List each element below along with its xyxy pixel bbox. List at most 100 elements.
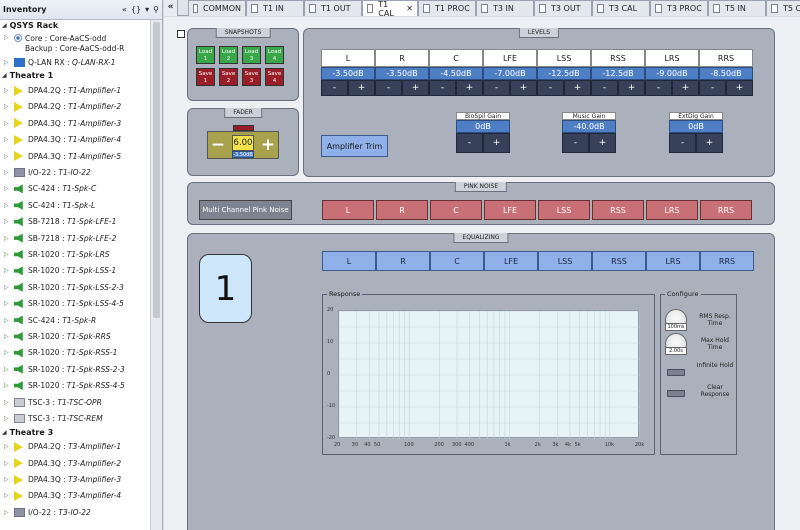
inventory-section[interactable]: ◢ QSYS Rack: [0, 20, 151, 32]
expand-right-icon[interactable]: ▷: [4, 202, 12, 209]
inventory-item[interactable]: ▷ SR-1020 : T1-Spk-LRS: [0, 246, 151, 262]
expand-right-icon[interactable]: ▷: [4, 267, 12, 274]
scrollbar-thumb[interactable]: [153, 22, 160, 318]
pink-noise-lfe-button[interactable]: LFE: [484, 200, 536, 220]
inventory-item[interactable]: ▷ SC-424 : T1-Spk-L: [0, 197, 151, 213]
expand-right-icon[interactable]: ▷: [4, 300, 12, 307]
level-value[interactable]: -3.50dB: [375, 67, 429, 80]
eq-lfe-button[interactable]: LFE: [484, 251, 538, 271]
selection-checkbox[interactable]: [177, 30, 185, 38]
level-minus-button[interactable]: -: [645, 80, 672, 96]
expand-right-icon[interactable]: ▷: [4, 87, 12, 94]
tab-t5-in[interactable]: T5 IN: [708, 0, 766, 16]
inventory-item[interactable]: ▷ SR-1020 : T1-Spk-RSS-1: [0, 345, 151, 361]
eq-r-button[interactable]: R: [376, 251, 430, 271]
expand-right-icon[interactable]: ▷: [4, 443, 12, 450]
level-value[interactable]: -9.00dB: [645, 67, 699, 80]
inventory-item[interactable]: ▷ DPA4.2Q : T1-Amplifier-1: [0, 82, 151, 98]
inventory-item[interactable]: ▷ TSC-3 : T1-TSC-REM: [0, 410, 151, 426]
pink-noise-lss-button[interactable]: LSS: [538, 200, 590, 220]
tab-common[interactable]: COMMON: [188, 0, 246, 16]
amplifier-trim-button[interactable]: Amplifier Trim: [321, 135, 388, 157]
pink-noise-rss-button[interactable]: RSS: [592, 200, 644, 220]
inventory-item[interactable]: ▷ SR-1020 : T1-Spk-RSS-2-3: [0, 361, 151, 377]
inventory-item[interactable]: ▷ SC-424 : T1-Spk-R: [0, 312, 151, 328]
tab-t3-in[interactable]: T3 IN: [476, 0, 534, 16]
eq-lss-button[interactable]: LSS: [538, 251, 592, 271]
expand-right-icon[interactable]: ▷: [4, 460, 12, 467]
tab-t5-out[interactable]: T5 OUT: [766, 0, 800, 16]
pink-noise-l-button[interactable]: L: [322, 200, 374, 220]
collapse-panel-icon[interactable]: «: [164, 0, 178, 16]
level-plus-button[interactable]: +: [348, 80, 375, 96]
expand-right-icon[interactable]: ▷: [4, 476, 12, 483]
level-minus-button[interactable]: -: [699, 80, 726, 96]
fader-value[interactable]: 6.00: [232, 135, 254, 151]
level-plus-button[interactable]: +: [672, 80, 699, 96]
level-value[interactable]: -3.50dB: [321, 67, 375, 80]
search-icon[interactable]: ⚲: [153, 5, 159, 14]
expand-down-icon[interactable]: ◢: [2, 427, 7, 439]
snapshot-load-3-button[interactable]: Load 3: [242, 46, 261, 64]
expand-right-icon[interactable]: ▷: [4, 399, 12, 406]
gain-plus-button[interactable]: +: [696, 133, 723, 153]
level-value[interactable]: -12.5dB: [537, 67, 591, 80]
pink-noise-c-button[interactable]: C: [430, 200, 482, 220]
expand-right-icon[interactable]: ▷: [4, 136, 12, 143]
expand-right-icon[interactable]: ▷: [4, 251, 12, 258]
inventory-item[interactable]: ▷ I/O-22 : T3-IO-22: [0, 504, 151, 520]
multi-channel-pink-noise-button[interactable]: Multi Channel Pink Noise: [199, 200, 292, 220]
snapshot-load-2-button[interactable]: Load 2: [219, 46, 238, 64]
inventory-item[interactable]: ▷ SR-1020 : T1-Spk-LSS-2-3: [0, 279, 151, 295]
tab-t1-proc[interactable]: T1 PROC: [418, 0, 476, 16]
inventory-item[interactable]: ▷ SR-1020 : T1-Spk-RSS-4-5: [0, 377, 151, 393]
tab-t3-out[interactable]: T3 OUT: [534, 0, 592, 16]
collapse-all-icon[interactable]: «: [122, 5, 127, 14]
inventory-item[interactable]: ▷ SB-7218 : T1-Spk-LFE-1: [0, 214, 151, 230]
level-minus-button[interactable]: -: [483, 80, 510, 96]
inventory-item[interactable]: ▷ TSC-3 : T1-TSC-OPR: [0, 394, 151, 410]
expand-right-icon[interactable]: ▷: [4, 509, 12, 516]
inventory-item[interactable]: ▷ DPA4.3Q : T1-Amplifier-5: [0, 148, 151, 164]
expand-right-icon[interactable]: ▷: [4, 235, 12, 242]
level-plus-button[interactable]: +: [402, 80, 429, 96]
expand-right-icon[interactable]: ▷: [4, 415, 12, 422]
inventory-item[interactable]: ▷ DPA4.3Q : T3-Amplifier-2: [0, 455, 151, 471]
inventory-item[interactable]: ▷ DPA4.2Q : T3-Amplifier-1: [0, 439, 151, 455]
expand-right-icon[interactable]: ▷: [4, 218, 12, 225]
eq-lrs-button[interactable]: LRS: [646, 251, 700, 271]
inventory-item[interactable]: ▷ SC-424 : T1-Spk-C: [0, 181, 151, 197]
expand-right-icon[interactable]: ▷: [4, 169, 12, 176]
fader-mute-indicator[interactable]: [233, 125, 254, 131]
expand-right-icon[interactable]: ▷: [4, 59, 12, 66]
gain-value[interactable]: 0dB: [456, 120, 510, 133]
inventory-item[interactable]: ▷ DPA4.3Q : T1-Amplifier-3: [0, 115, 151, 131]
eq-rrs-button[interactable]: RRS: [700, 251, 754, 271]
level-minus-button[interactable]: -: [591, 80, 618, 96]
tab-t3-cal[interactable]: T3 CAL: [592, 0, 650, 16]
inventory-item[interactable]: ▷ DPA4.3Q : T3-Amplifier-4: [0, 488, 151, 504]
level-plus-button[interactable]: +: [456, 80, 483, 96]
inventory-item[interactable]: ▷ SB-7218 : T1-Spk-LFE-2: [0, 230, 151, 246]
expand-right-icon[interactable]: ▷: [4, 382, 12, 389]
expand-right-icon[interactable]: ▷: [4, 317, 12, 324]
expand-down-icon[interactable]: ◢: [2, 20, 7, 32]
level-plus-button[interactable]: +: [618, 80, 645, 96]
eq-rss-button[interactable]: RSS: [592, 251, 646, 271]
eq-l-button[interactable]: L: [322, 251, 376, 271]
tab-t1-cal[interactable]: T1 CAL ✕: [362, 0, 418, 18]
braces-icon[interactable]: {}: [131, 5, 141, 14]
gain-value[interactable]: -40.0dB: [562, 120, 616, 133]
clear-response-button[interactable]: [667, 390, 685, 397]
inventory-item[interactable]: ▷ DPA4.3Q : T3-Amplifier-3: [0, 471, 151, 487]
level-minus-button[interactable]: -: [375, 80, 402, 96]
expand-right-icon[interactable]: ▷: [4, 492, 12, 499]
level-plus-button[interactable]: +: [564, 80, 591, 96]
level-value[interactable]: -7.00dB: [483, 67, 537, 80]
pink-noise-lrs-button[interactable]: LRS: [646, 200, 698, 220]
level-value[interactable]: -4.50dB: [429, 67, 483, 80]
expand-right-icon[interactable]: ▷: [4, 120, 12, 127]
inventory-item[interactable]: ▷ Core : Core-AaCS-odd Backup : Core-AaCS-…: [0, 32, 151, 54]
snapshot-save-2-button[interactable]: Save 2: [219, 68, 238, 86]
gain-value[interactable]: 0dB: [669, 120, 723, 133]
